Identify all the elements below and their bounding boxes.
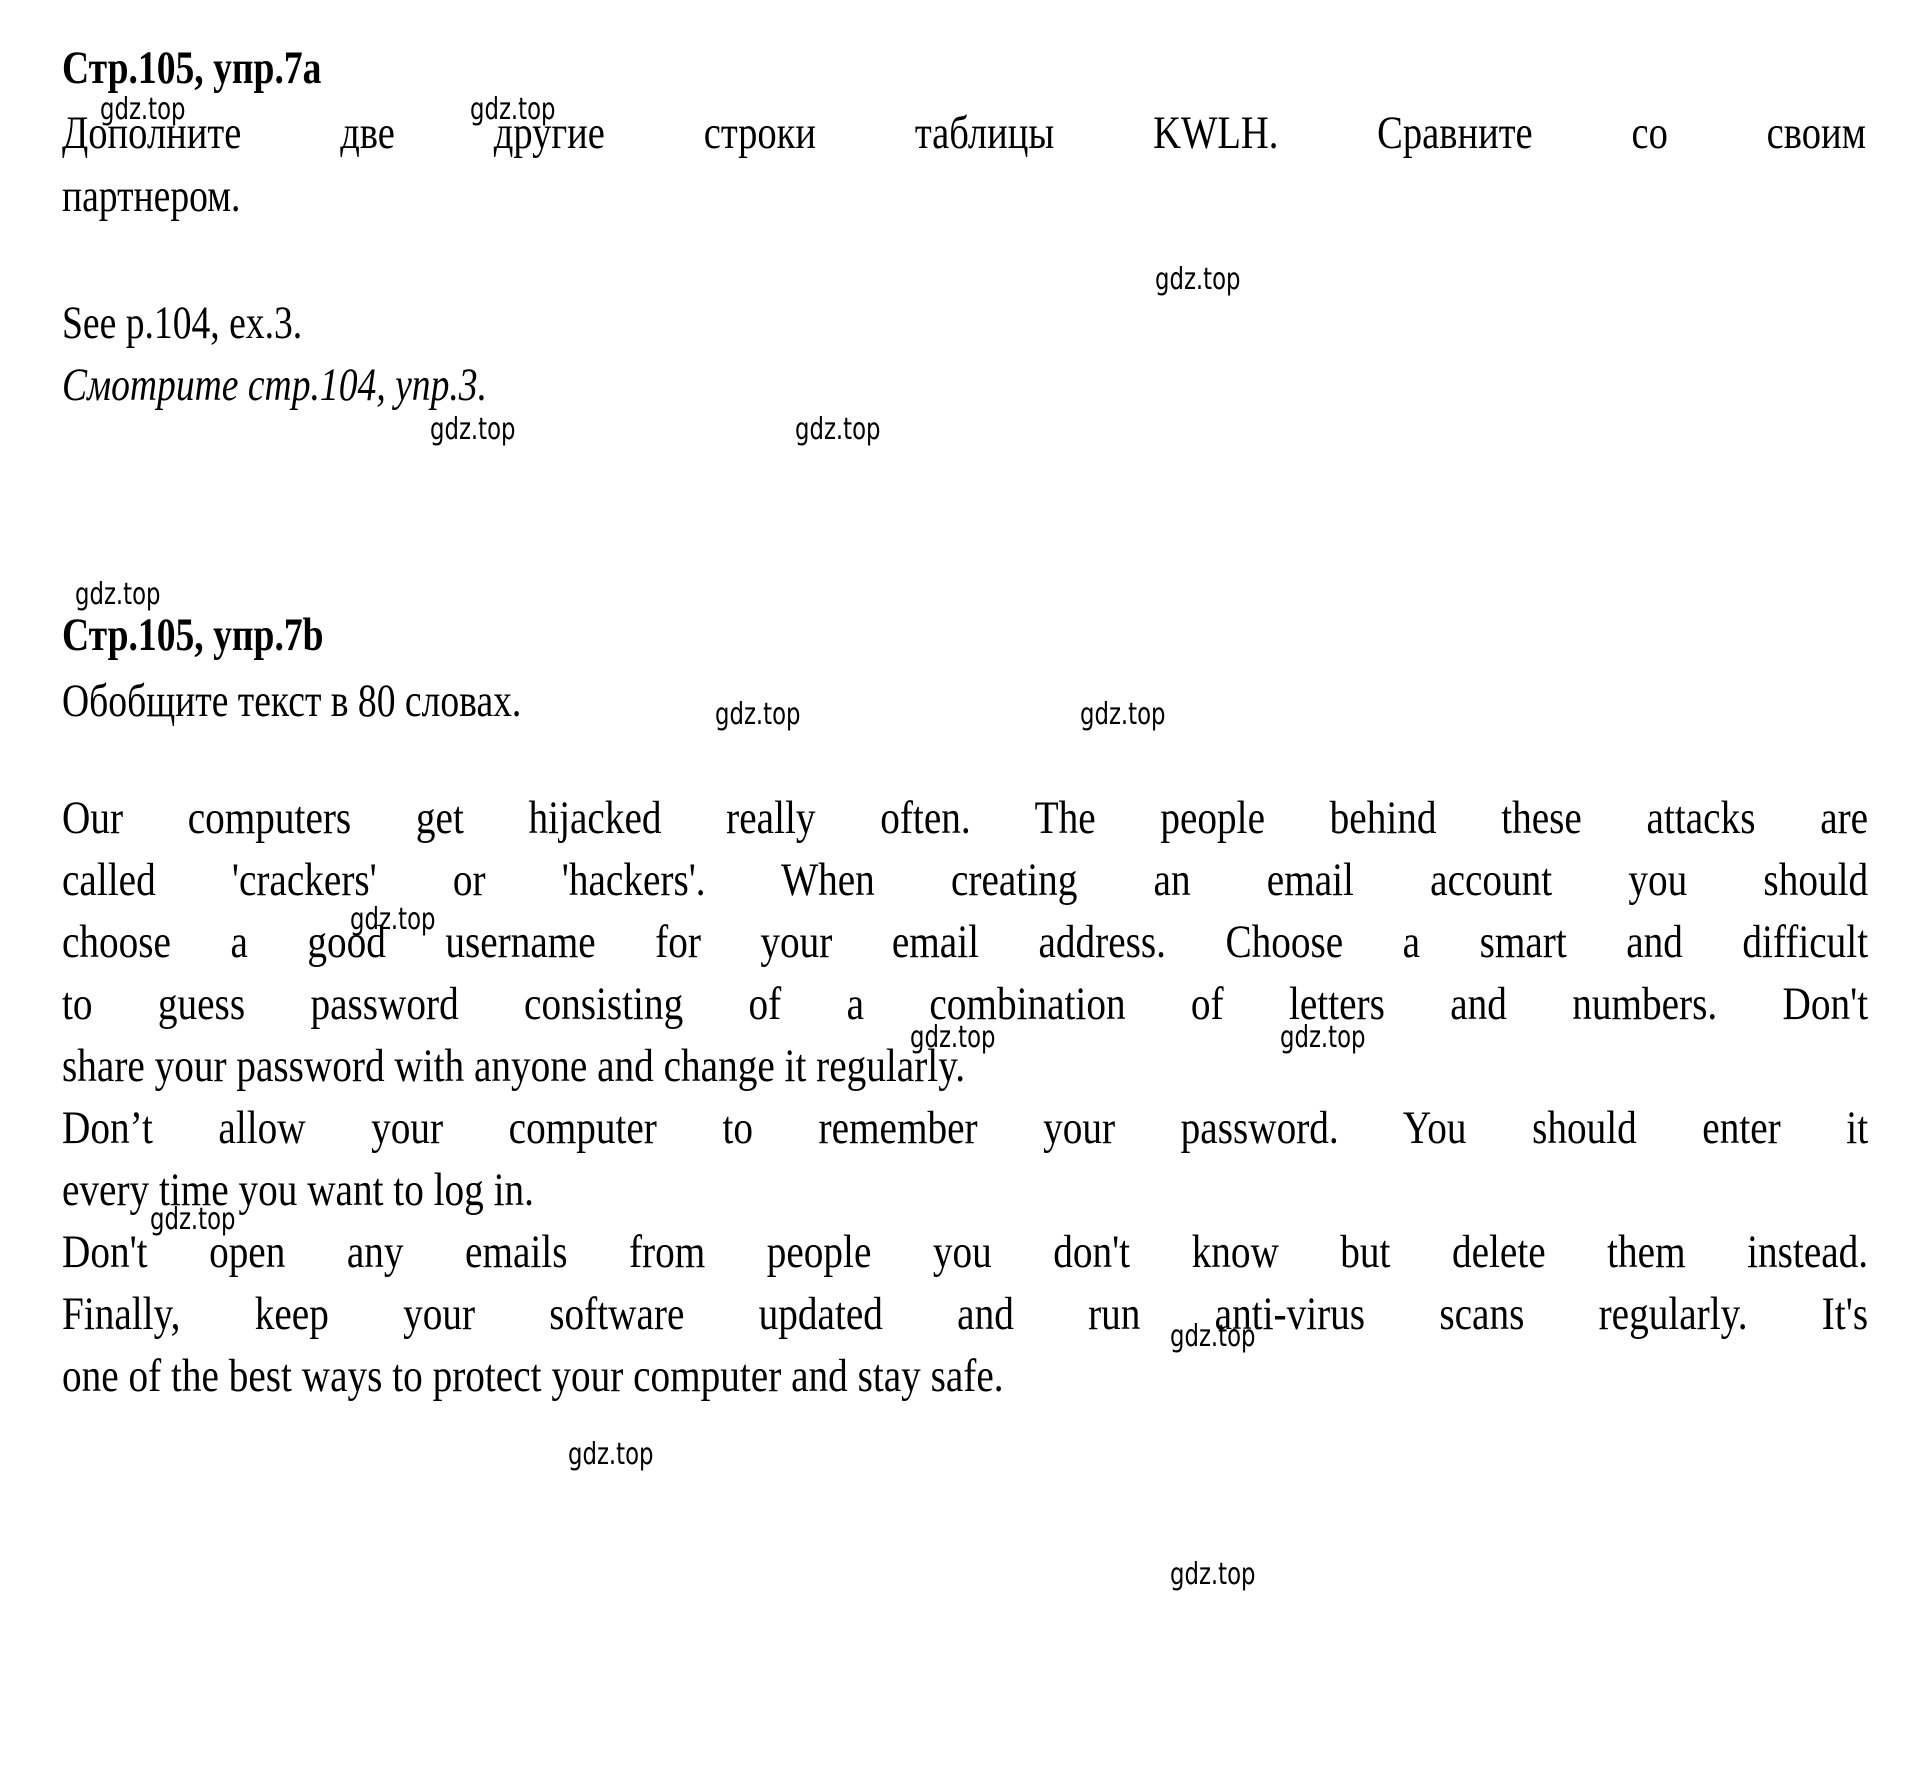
answer-line: choose a good username for your email ad… [62, 916, 1869, 968]
exercise-7b-heading: Стр.105, упр.7b [62, 609, 324, 661]
document-page: Стр.105, упр.7a Дополните две другие стр… [0, 0, 1930, 1788]
watermark-gdz-top: gdz.top [795, 412, 881, 447]
exercise-7a-heading: Стр.105, упр.7a [62, 42, 322, 94]
watermark-gdz-top: gdz.top [715, 697, 801, 732]
exercise-7b-task: Обобщите текст в 80 словах. [62, 675, 522, 727]
exercise-7a-task-line-1: Дополните две другие строки таблицы KWLH… [62, 107, 1866, 159]
watermark-gdz-top: gdz.top [1170, 1557, 1256, 1592]
watermark-gdz-top: gdz.top [1080, 697, 1166, 732]
exercise-7a-task-line-2: партнером. [62, 170, 241, 222]
answer-line: Don't open any emails from people you do… [62, 1226, 1869, 1278]
answer-line: Don’t allow your computer to remember yo… [62, 1102, 1869, 1154]
watermark-gdz-top: gdz.top [568, 1437, 654, 1472]
answer-line: called 'crackers' or 'hackers'. When cre… [62, 854, 1869, 906]
watermark-gdz-top: gdz.top [430, 412, 516, 447]
answer-line: one of the best ways to protect your com… [62, 1350, 1004, 1402]
watermark-gdz-top: gdz.top [1155, 262, 1241, 297]
answer-line: Finally, keep your software updated and … [62, 1288, 1869, 1340]
watermark-gdz-top: gdz.top [75, 577, 161, 612]
answer-line: every time you want to log in. [62, 1164, 534, 1216]
exercise-7a-answer-ru: Смотрите стр.104, упр.3. [62, 359, 488, 411]
exercise-7a-answer-en: See p.104, ex.3. [62, 297, 303, 349]
answer-line: to guess password consisting of a combin… [62, 978, 1869, 1030]
answer-line: Our computers get hijacked really often.… [62, 792, 1869, 844]
answer-line: share your password with anyone and chan… [62, 1040, 966, 1092]
